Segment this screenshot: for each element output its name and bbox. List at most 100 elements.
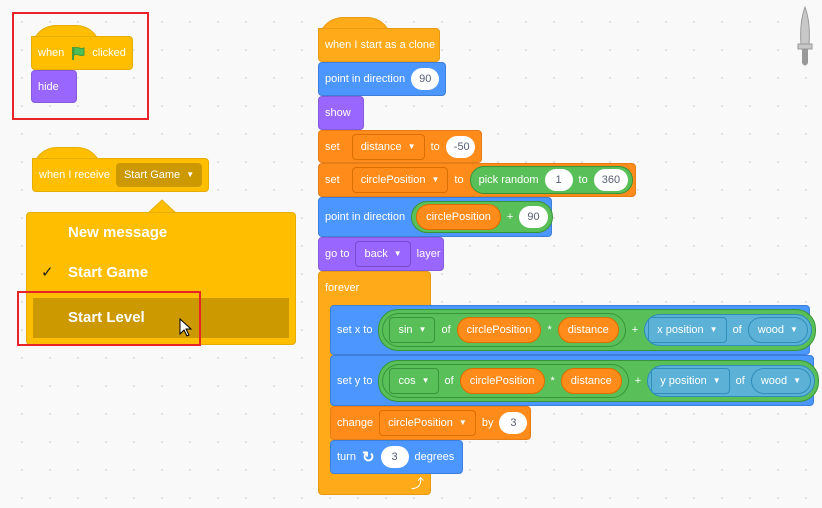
go-to-layer-block[interactable]: go to back ▼ layer: [318, 237, 444, 271]
value: wood: [757, 324, 785, 336]
circleposition-reporter[interactable]: circlePosition: [459, 367, 545, 394]
variable-dropdown[interactable]: circlePosition ▼: [379, 410, 476, 436]
label: to: [578, 174, 588, 186]
caret-down-icon: ▼: [186, 170, 195, 179]
label: set: [325, 140, 340, 153]
knife-sprite-icon: [797, 6, 813, 66]
property-dropdown[interactable]: y position ▼: [651, 367, 730, 394]
label: New message: [68, 224, 168, 241]
operator: *: [547, 324, 552, 336]
show-block[interactable]: show: [318, 96, 364, 130]
circleposition-reporter[interactable]: circlePosition: [456, 317, 542, 343]
value: distance: [360, 140, 402, 153]
label: turn: [337, 451, 356, 463]
value-input[interactable]: 3: [499, 412, 528, 434]
pick-random-reporter[interactable]: pick random 1 to 360: [469, 166, 634, 194]
label: set y to: [337, 374, 373, 387]
sprite-dropdown[interactable]: wood ▼: [750, 367, 812, 394]
direction-input[interactable]: 90: [411, 68, 440, 90]
value: Start Game: [123, 169, 181, 181]
add-operator[interactable]: cos ▼ of circlePosition * distance + y po…: [378, 359, 820, 402]
caret-down-icon: ▼: [421, 375, 430, 385]
caret-down-icon: ▼: [418, 325, 427, 334]
operator: +: [506, 211, 514, 223]
label: set x to: [337, 324, 373, 336]
layer-dropdown[interactable]: back ▼: [355, 241, 411, 267]
set-x-block[interactable]: set x to sin ▼ of circlePosition * distan…: [330, 305, 816, 355]
caret-down-icon: ▼: [790, 325, 798, 334]
sensing-of-reporter[interactable]: x position ▼ of wood ▼: [644, 314, 812, 346]
value: y position: [660, 374, 707, 387]
property-dropdown[interactable]: x position ▼: [648, 317, 727, 343]
variable-dropdown[interactable]: circlePosition ▼: [351, 167, 449, 193]
label: to: [454, 174, 464, 186]
value: cos: [398, 374, 416, 387]
value: sin: [398, 324, 413, 336]
label: of: [444, 374, 454, 387]
label: by: [481, 417, 494, 429]
label: to: [430, 140, 440, 153]
sensing-of-reporter[interactable]: y position ▼ of wood ▼: [647, 364, 816, 397]
label: of: [441, 324, 451, 336]
operator: +: [631, 324, 639, 336]
caret-down-icon: ▼: [793, 375, 802, 385]
set-circleposition-block[interactable]: set circlePosition ▼ to pick random 1 to …: [318, 163, 636, 197]
label: of: [735, 374, 745, 387]
set-distance-block[interactable]: set distance ▼ to -50: [318, 130, 482, 163]
menu-item-start-game[interactable]: ✓ Start Game: [33, 253, 289, 293]
value-input[interactable]: -50: [445, 135, 475, 158]
label: degrees: [414, 451, 455, 463]
sprite-dropdown[interactable]: wood ▼: [747, 317, 808, 343]
caret-down-icon: ▼: [712, 375, 721, 385]
caret-down-icon: ▼: [458, 418, 467, 427]
point-in-direction-block[interactable]: point in direction circlePosition + 90: [318, 197, 553, 237]
caret-down-icon: ▼: [709, 325, 718, 334]
label: point in direction: [325, 211, 406, 223]
function-dropdown[interactable]: cos ▼: [389, 367, 439, 394]
max-input[interactable]: 360: [593, 169, 629, 191]
operator: *: [550, 374, 555, 387]
add-operator[interactable]: circlePosition + 90: [411, 201, 553, 233]
operator: +: [634, 374, 642, 387]
change-variable-block[interactable]: change circlePosition ▼ by 3: [330, 406, 531, 440]
value: wood: [760, 374, 788, 387]
value-input[interactable]: 90: [519, 206, 548, 228]
degrees-input[interactable]: 3: [380, 446, 409, 468]
point-in-direction-block[interactable]: point in direction 90: [318, 62, 446, 96]
label: change: [337, 417, 374, 429]
distance-reporter[interactable]: distance: [560, 367, 622, 394]
circleposition-reporter[interactable]: circlePosition: [416, 204, 501, 230]
highlight-box: [17, 291, 201, 346]
when-i-receive-block[interactable]: when I receive Start Game ▼: [32, 158, 209, 192]
multiply-operator[interactable]: sin ▼ of circlePosition * distance: [382, 313, 626, 347]
label: when I receive: [39, 169, 110, 181]
label: pick random: [478, 174, 539, 186]
function-dropdown[interactable]: sin ▼: [389, 317, 436, 343]
message-dropdown[interactable]: Start Game ▼: [115, 163, 203, 187]
turn-block[interactable]: turn ↻ 3 degrees: [330, 440, 463, 474]
label: point in direction: [325, 73, 406, 85]
rotate-clockwise-icon: ↻: [361, 449, 375, 466]
label: when I start as a clone: [325, 39, 436, 51]
label: layer: [416, 248, 441, 260]
label: of: [732, 324, 742, 336]
variable-dropdown[interactable]: distance ▼: [351, 133, 425, 160]
label: set: [325, 174, 340, 186]
multiply-operator[interactable]: cos ▼ of circlePosition * distance: [382, 363, 629, 398]
distance-reporter[interactable]: distance: [557, 317, 619, 343]
label: go to: [325, 248, 350, 260]
highlight-box: [12, 12, 149, 120]
add-operator[interactable]: sin ▼ of circlePosition * distance + x po…: [378, 309, 816, 351]
checkmark-icon: ✓: [41, 264, 54, 281]
caret-down-icon: ▼: [407, 141, 416, 151]
min-input[interactable]: 1: [544, 169, 573, 191]
caret-down-icon: ▼: [393, 249, 402, 258]
label: Start Game: [68, 264, 149, 281]
value: circlePosition: [388, 417, 453, 429]
set-y-block[interactable]: set y to cos ▼ of circlePosition * distan…: [330, 355, 820, 406]
menu-item-new-message[interactable]: New message: [33, 213, 289, 253]
value: x position: [657, 324, 704, 336]
when-start-as-clone-block[interactable]: when I start as a clone: [318, 28, 440, 62]
value: circlePosition: [360, 174, 426, 186]
loop-arrow-icon: ⤴: [410, 476, 424, 491]
